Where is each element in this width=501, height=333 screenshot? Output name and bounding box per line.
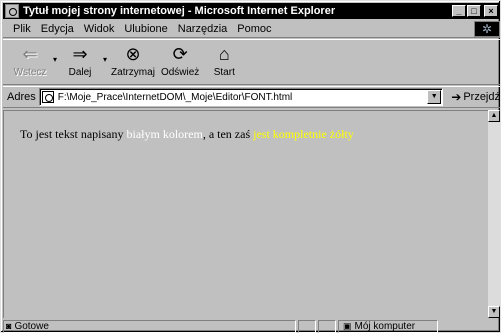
maximize-button[interactable]: □: [467, 5, 481, 17]
zone-text: Mój komputer: [354, 320, 416, 332]
windows-logo-icon: [474, 20, 500, 37]
status-cell-2: [318, 319, 336, 333]
back-button[interactable]: ⇐ Wstecz: [11, 43, 49, 79]
menu-bar: Plik Edycja Widok Ulubione Narzędzia Pom…: [3, 20, 500, 38]
minimize-button[interactable]: _: [452, 5, 466, 17]
stop-label: Zatrzymaj: [111, 67, 155, 78]
white-text: białym kolorem: [126, 127, 203, 141]
toolbar: ⇐ Wstecz ▾ ⇒ Dalej ▾ ⊗ Zatrzymaj ⟳ Odświ…: [3, 39, 500, 85]
title-bar[interactable]: Tytuł mojej strony internetowej - Micros…: [3, 3, 500, 19]
address-input[interactable]: F:\Moje_Prace\InternetDOM\_Moje\Editor\F…: [38, 88, 444, 106]
ie-icon: [5, 4, 19, 18]
page-icon: [41, 91, 54, 103]
content-paragraph: To jest tekst napisany białym kolorem, a…: [20, 127, 354, 142]
refresh-button[interactable]: ⟳ Odśwież: [160, 43, 200, 79]
go-button[interactable]: ➔ Przejdź: [451, 90, 500, 104]
menu-favorites[interactable]: Ulubione: [119, 23, 172, 35]
text-before: To jest tekst napisany: [20, 127, 127, 141]
stop-icon: ⊗: [125, 43, 141, 64]
status-page-icon: ◙: [6, 321, 12, 331]
window-title: Tytuł mojej strony internetowej - Micros…: [23, 5, 336, 17]
back-label: Wstecz: [13, 67, 47, 78]
menu-edit[interactable]: Edycja: [36, 23, 79, 35]
address-label: Adres: [7, 91, 36, 103]
menu-help[interactable]: Pomoc: [232, 23, 276, 35]
vertical-scrollbar[interactable]: ▲ ▼: [488, 110, 500, 318]
back-arrow-icon: ⇐: [22, 43, 38, 64]
back-dropdown-icon[interactable]: ▾: [53, 55, 57, 64]
forward-arrow-icon: ⇒: [72, 43, 88, 64]
menu-tools[interactable]: Narzędzia: [173, 23, 233, 35]
refresh-label: Odśwież: [160, 67, 200, 78]
menu-view[interactable]: Widok: [79, 23, 120, 35]
text-middle: , a ten zaś: [202, 127, 254, 141]
scroll-down-icon[interactable]: ▼: [488, 306, 500, 318]
yellow-text: jest kompletnie żółty: [253, 127, 354, 141]
status-main: ◙ Gotowe: [3, 319, 296, 333]
home-label: Start: [213, 67, 235, 78]
status-text: Gotowe: [14, 320, 49, 332]
forward-dropdown-icon[interactable]: ▾: [103, 55, 107, 64]
window-controls: _ □ ×: [451, 5, 498, 17]
refresh-icon: ⟳: [172, 43, 188, 64]
go-arrow-icon: ➔: [451, 90, 462, 104]
scroll-up-icon[interactable]: ▲: [488, 110, 500, 122]
computer-icon: ▣: [343, 320, 352, 331]
address-bar: Adres F:\Moje_Prace\InternetDOM\_Moje\Ed…: [3, 86, 500, 108]
status-zone: ▣ Mój komputer: [338, 319, 438, 333]
close-button[interactable]: ×: [484, 5, 498, 17]
status-cell-1: [298, 319, 316, 333]
menu-file[interactable]: Plik: [3, 23, 36, 35]
browser-window: Tytuł mojej strony internetowej - Micros…: [0, 0, 501, 333]
forward-label: Dalej: [68, 67, 92, 78]
address-dropdown-icon[interactable]: ▼: [427, 90, 442, 104]
address-url[interactable]: F:\Moje_Prace\InternetDOM\_Moje\Editor\F…: [58, 92, 428, 103]
go-label: Przejdź: [463, 91, 500, 103]
forward-button[interactable]: ⇒ Dalej: [61, 43, 99, 79]
status-bar: ◙ Gotowe ▣ Mój komputer: [3, 319, 500, 333]
home-button[interactable]: ⌂ Start: [205, 43, 243, 79]
stop-button[interactable]: ⊗ Zatrzymaj: [111, 43, 155, 79]
page-content: To jest tekst napisany białym kolorem, a…: [3, 110, 488, 318]
home-icon: ⌂: [218, 43, 230, 64]
